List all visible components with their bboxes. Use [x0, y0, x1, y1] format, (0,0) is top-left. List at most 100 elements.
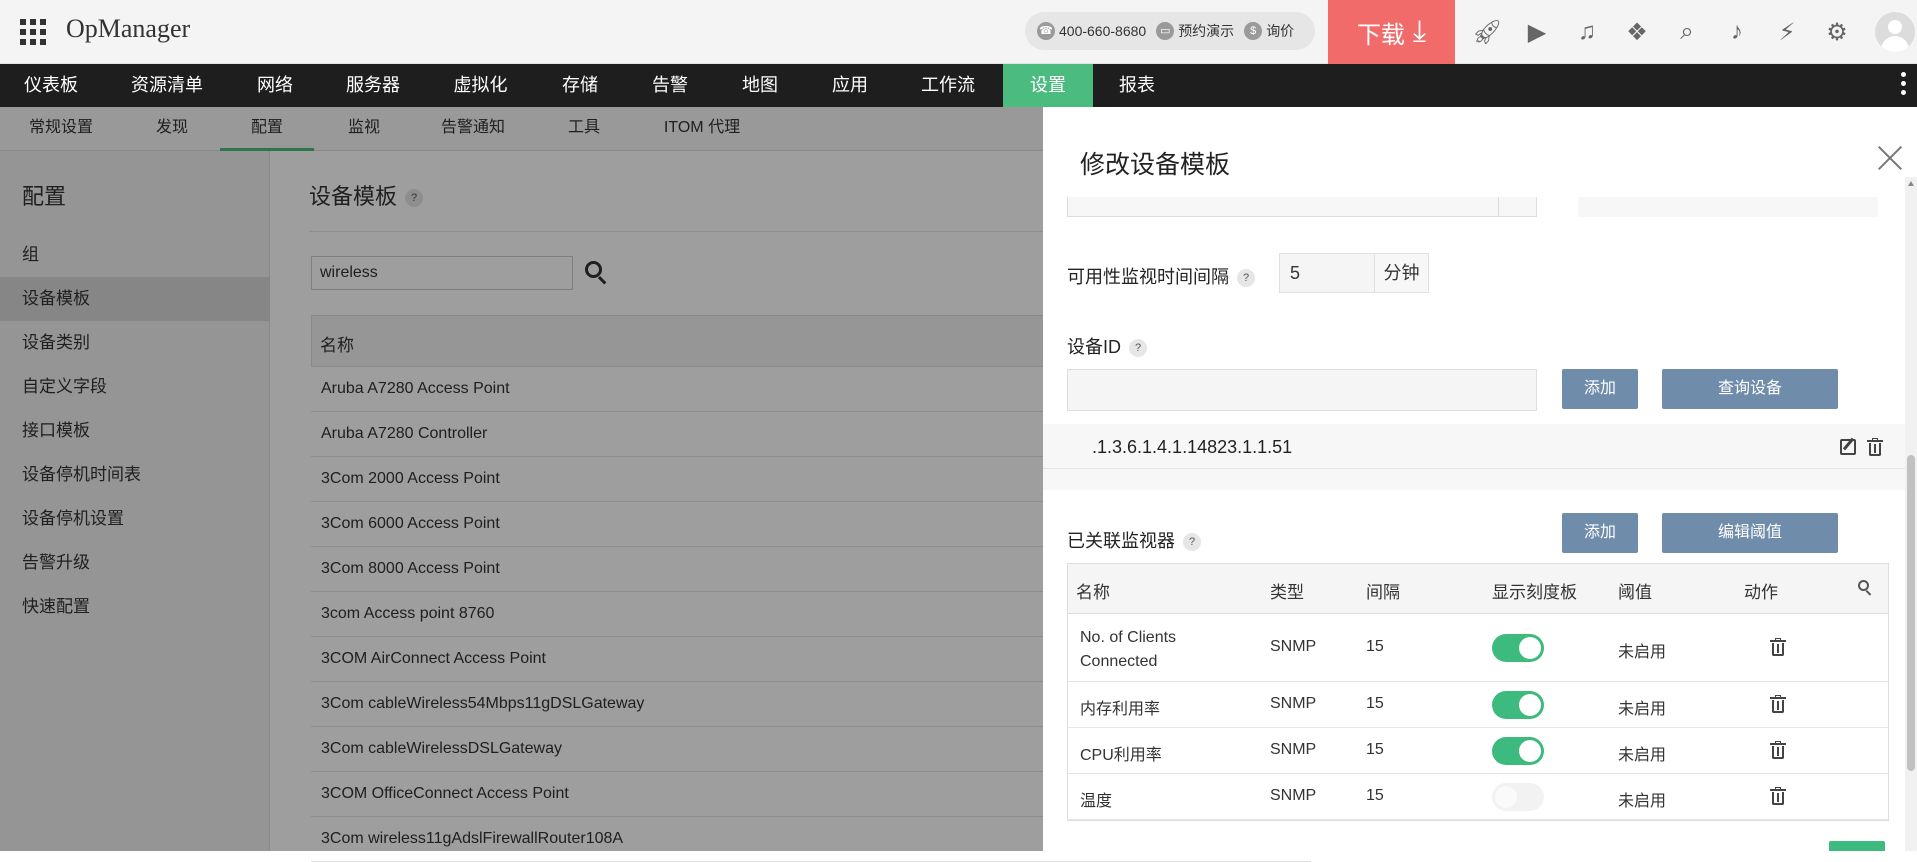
device-id-input[interactable]: [1067, 369, 1537, 411]
nav-dashboard[interactable]: 仪表板: [0, 64, 102, 107]
app-logo: OpManager: [66, 14, 191, 43]
dashboard-toggle[interactable]: [1492, 737, 1544, 765]
query-device-button[interactable]: 查询设备: [1662, 369, 1838, 409]
more-options-icon[interactable]: [1901, 72, 1907, 99]
associated-monitors-text: 已关联监视器: [1067, 531, 1175, 551]
table-row: CPU利用率 SNMP 15 未启用: [1068, 728, 1888, 774]
demo-link[interactable]: ▭ 预约演示: [1156, 21, 1234, 41]
clipped-select-field[interactable]: [1067, 197, 1537, 217]
monitor-interval: 15: [1366, 638, 1384, 655]
nav-storage[interactable]: 存储: [540, 64, 620, 107]
help-icon[interactable]: ?: [1183, 533, 1201, 552]
help-icon[interactable]: ?: [1237, 269, 1255, 288]
main-nav: 仪表板 资源清单 网络 服务器 虚拟化 存储 告警 地图 应用 工作流 设置 报…: [0, 64, 1917, 107]
modal-backdrop[interactable]: [0, 107, 1043, 851]
clipped-field: [1578, 197, 1878, 217]
contact-bar: ☎ 400-660-8680 ▭ 预约演示 $ 询价: [1025, 12, 1315, 50]
monitor-interval: 15: [1366, 695, 1384, 712]
nav-servers[interactable]: 服务器: [328, 64, 418, 107]
gear-icon[interactable]: ⚙: [1812, 18, 1862, 47]
dashboard-toggle[interactable]: [1492, 634, 1544, 662]
screen-icon: ▭: [1156, 22, 1175, 40]
gift-icon[interactable]: ❖: [1612, 18, 1662, 47]
nav-reports[interactable]: 报表: [1093, 64, 1181, 107]
nav-settings[interactable]: 设置: [1003, 64, 1093, 107]
trash-icon[interactable]: [1867, 438, 1883, 456]
help-icon[interactable]: ?: [1129, 339, 1147, 358]
monitor-interval: 15: [1366, 787, 1384, 804]
monitor-threshold: 未启用: [1618, 793, 1667, 810]
col-action: 动作: [1744, 583, 1778, 602]
col-monitor-interval[interactable]: 间隔: [1366, 578, 1400, 603]
nav-alarms[interactable]: 告警: [630, 64, 710, 107]
plug-icon[interactable]: ⚡︎: [1762, 18, 1812, 47]
trash-icon[interactable]: [1770, 695, 1786, 713]
monitor-type: SNMP: [1270, 741, 1317, 758]
nav-maps[interactable]: 地图: [720, 64, 800, 107]
phone-icon: ☎: [1037, 22, 1055, 40]
trash-icon[interactable]: [1770, 638, 1786, 656]
phone-number: 400-660-8680: [1059, 23, 1147, 39]
dashboard-toggle[interactable]: [1492, 783, 1544, 811]
headset-icon[interactable]: ♫: [1562, 18, 1612, 46]
download-button[interactable]: 下载 ⤓: [1328, 0, 1455, 64]
monitor-name: No. of Clients Connected: [1080, 629, 1177, 670]
add-monitor-button[interactable]: 添加: [1562, 513, 1638, 553]
header-icon-bar: 🚀︎ ▶︎ ♫ ❖ ⌕ ♪ ⚡︎ ⚙: [1462, 0, 1862, 64]
monitor-name: 内存利用率: [1080, 701, 1161, 718]
save-button[interactable]: [1829, 841, 1885, 851]
list-item: .1.3.6.1.4.1.14823.1.1.51: [1043, 424, 1905, 490]
inquiry-label: 询价: [1266, 23, 1295, 39]
nav-inventory[interactable]: 资源清单: [112, 64, 222, 107]
dashboard-toggle[interactable]: [1492, 691, 1544, 719]
monitor-type: SNMP: [1270, 695, 1317, 712]
col-threshold[interactable]: 阈值: [1618, 578, 1652, 603]
dollar-icon: $: [1244, 22, 1263, 40]
close-icon[interactable]: [1877, 145, 1903, 171]
presentation-icon[interactable]: ▶︎: [1512, 18, 1562, 47]
scroll-up-icon[interactable]: [1908, 181, 1914, 186]
search-icon[interactable]: ⌕: [1662, 18, 1712, 46]
table-search-icon[interactable]: [1858, 580, 1874, 596]
download-icon: ⤓: [1412, 15, 1427, 48]
nav-network[interactable]: 网络: [235, 64, 315, 107]
inquiry-link[interactable]: $ 询价: [1244, 21, 1294, 41]
trash-icon[interactable]: [1770, 741, 1786, 759]
device-id-text: 设备ID: [1067, 337, 1121, 357]
monitor-name: 温度: [1080, 793, 1113, 810]
rocket-icon[interactable]: 🚀︎: [1462, 18, 1512, 47]
scrollbar-thumb[interactable]: [1907, 455, 1915, 771]
add-device-id-button[interactable]: 添加: [1562, 369, 1638, 409]
availability-interval-label: 可用性监视时间间隔?: [1067, 263, 1255, 289]
monitors-table: 名称 类型 间隔 显示刻度板 阈值 动作 No. of Clients Conn…: [1067, 563, 1889, 821]
nav-virtualization[interactable]: 虚拟化: [433, 64, 528, 107]
table-row: 温度 SNMP 15 未启用: [1068, 774, 1888, 820]
nav-workflow[interactable]: 工作流: [900, 64, 996, 107]
interval-input[interactable]: 5: [1279, 253, 1375, 293]
edit-icon[interactable]: [1840, 439, 1856, 455]
app-grid-icon[interactable]: [20, 19, 46, 45]
edit-device-template-panel: 修改设备模板 可用性监视时间间隔? 5 分钟 设备ID? 添加 查询设备 .1.…: [1043, 107, 1917, 851]
monitors-table-body: No. of Clients Connected SNMP 15 未启用 内存利用率 SN…: [1068, 614, 1888, 820]
col-monitor-type[interactable]: 类型: [1270, 578, 1304, 603]
col-monitor-name[interactable]: 名称: [1076, 578, 1110, 603]
col-dashboard[interactable]: 显示刻度板: [1492, 578, 1577, 603]
device-id-label: 设备ID?: [1067, 333, 1147, 359]
table-row: No. of Clients Connected SNMP 15 未启用: [1068, 614, 1888, 682]
associated-monitors-label: 已关联监视器?: [1067, 527, 1201, 553]
bell-icon[interactable]: ♪: [1712, 18, 1762, 46]
trash-icon[interactable]: [1770, 787, 1786, 805]
interval-unit: 分钟: [1375, 253, 1429, 293]
download-label: 下载: [1356, 21, 1405, 49]
panel-scrollbar[interactable]: [1905, 177, 1917, 851]
monitor-threshold: 未启用: [1618, 644, 1667, 661]
nav-apps[interactable]: 应用: [810, 64, 890, 107]
table-row: 内存利用率 SNMP 15 未启用: [1068, 682, 1888, 728]
phone-link[interactable]: ☎ 400-660-8680: [1037, 22, 1146, 40]
monitor-interval: 15: [1366, 741, 1384, 758]
user-avatar-icon[interactable]: [1875, 12, 1915, 52]
monitor-threshold: 未启用: [1618, 701, 1667, 718]
edit-threshold-button[interactable]: 编辑阈值: [1662, 513, 1838, 553]
availability-interval-text: 可用性监视时间间隔: [1067, 267, 1229, 287]
monitor-name: CPU利用率: [1080, 747, 1162, 764]
